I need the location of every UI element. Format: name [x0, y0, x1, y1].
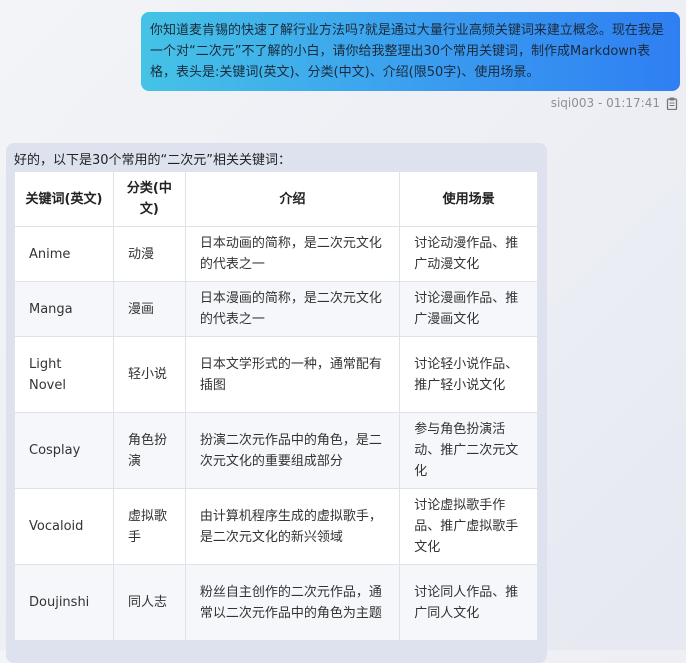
keyword-table: 关键词(英文) 分类(中文) 介绍 使用场景 Anime 动漫 日本动画的简称，… — [14, 171, 538, 641]
header-category: 分类(中文) — [112, 171, 186, 227]
message-author-time: siqi003 - 01:17:41 — [550, 96, 660, 110]
cell-keyword: Light Novel — [14, 336, 114, 413]
cell-category: 动漫 — [112, 226, 186, 282]
cell-scene: 讨论虚拟歌手作品、推广虚拟歌手文化 — [399, 488, 538, 565]
cell-category: 角色扮演 — [112, 412, 186, 489]
cell-intro: 由计算机程序生成的虚拟歌手，是二次元文化的新兴领域 — [184, 488, 401, 565]
table-header-row: 关键词(英文) 分类(中文) 介绍 使用场景 — [14, 171, 538, 227]
table-row: Light Novel 轻小说 日本文学形式的一种，通常配有插图 讨论轻小说作品… — [14, 336, 538, 413]
cell-intro: 日本动画的简称，是二次元文化的代表之一 — [184, 226, 401, 282]
cell-keyword: Vocaloid — [14, 488, 114, 565]
cell-intro: 日本文学形式的一种，通常配有插图 — [184, 336, 401, 413]
table-row: Manga 漫画 日本漫画的简称，是二次元文化的代表之一 讨论漫画作品、推广漫画… — [14, 281, 538, 337]
user-message-text: 你知道麦肯锡的快速了解行业方法吗?就是通过大量行业高频关键词来建立概念。现在我是… — [150, 23, 664, 80]
table-row: Doujinshi 同人志 粉丝自主创作的二次元作品，通常以二次元作品中的角色为… — [14, 564, 538, 641]
cell-intro: 扮演二次元作品中的角色，是二次元文化的重要组成部分 — [184, 412, 401, 489]
cell-intro: 粉丝自主创作的二次元作品，通常以二次元作品中的角色为主题 — [184, 564, 401, 641]
cell-keyword: Cosplay — [14, 412, 114, 489]
cell-scene: 讨论漫画作品、推广漫画文化 — [399, 281, 538, 337]
assistant-message-bubble: 好的，以下是30个常用的“二次元”相关关键词： 关键词(英文) 分类(中文) 介… — [6, 143, 547, 663]
cell-scene: 讨论动漫作品、推广动漫文化 — [399, 226, 538, 282]
cell-keyword: Anime — [14, 226, 114, 282]
header-keyword: 关键词(英文) — [14, 171, 114, 227]
cell-category: 漫画 — [112, 281, 186, 337]
header-intro: 介绍 — [184, 171, 401, 227]
clipboard-icon[interactable] — [666, 97, 678, 110]
cell-intro: 日本漫画的简称，是二次元文化的代表之一 — [184, 281, 401, 337]
table-row: Anime 动漫 日本动画的简称，是二次元文化的代表之一 讨论动漫作品、推广动漫… — [14, 226, 538, 282]
cell-category: 轻小说 — [112, 336, 186, 413]
cell-scene: 讨论同人作品、推广同人文化 — [399, 564, 538, 641]
message-meta: siqi003 - 01:17:41 — [551, 94, 678, 112]
cell-keyword: Manga — [14, 281, 114, 337]
cell-scene: 讨论轻小说作品、推广轻小说文化 — [399, 336, 538, 413]
cell-keyword: Doujinshi — [14, 564, 114, 641]
assistant-intro-text: 好的，以下是30个常用的“二次元”相关关键词： — [14, 153, 292, 168]
table-row: Vocaloid 虚拟歌手 由计算机程序生成的虚拟歌手，是二次元文化的新兴领域 … — [14, 488, 538, 565]
table-row: Cosplay 角色扮演 扮演二次元作品中的角色，是二次元文化的重要组成部分 参… — [14, 412, 538, 489]
cell-category: 虚拟歌手 — [112, 488, 186, 565]
user-message-bubble: 你知道麦肯锡的快速了解行业方法吗?就是通过大量行业高频关键词来建立概念。现在我是… — [141, 12, 680, 91]
header-scene: 使用场景 — [399, 171, 538, 227]
cell-scene: 参与角色扮演活动、推广二次元文化 — [399, 412, 538, 489]
cell-category: 同人志 — [112, 564, 186, 641]
